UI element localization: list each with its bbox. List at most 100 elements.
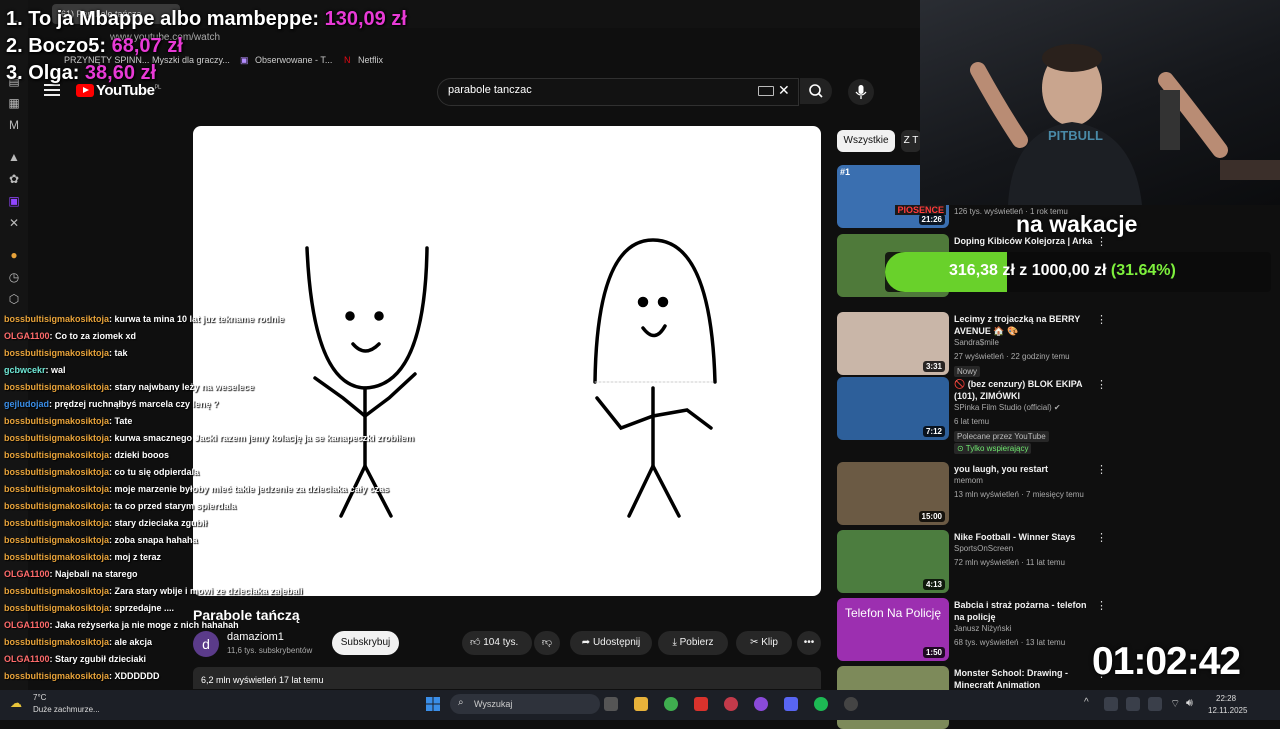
video-menu-icon[interactable]: ⋮ bbox=[1096, 531, 1107, 544]
chat-username[interactable]: bossbultisigmakosiktoja bbox=[4, 450, 109, 460]
video-player[interactable] bbox=[193, 126, 821, 596]
chat-username[interactable]: OLGA1100 bbox=[4, 331, 50, 341]
app-icon-purple[interactable] bbox=[754, 697, 768, 711]
download-button[interactable]: ⤓ Pobierz bbox=[658, 631, 728, 655]
chat-username[interactable]: gejludojad bbox=[4, 399, 49, 409]
chat-username[interactable]: bossbultisigmakosiktoja bbox=[4, 467, 109, 477]
weather-desc: Duże zachmurze... bbox=[33, 705, 100, 714]
chat-text: : wal bbox=[45, 365, 66, 375]
clock-icon[interactable]: ◷ bbox=[7, 270, 21, 284]
twitch-icon[interactable]: ▣ bbox=[7, 194, 21, 208]
task-view-icon[interactable] bbox=[604, 697, 618, 711]
donor-amount: 130,09 zł bbox=[324, 8, 407, 30]
video-title-link[interactable]: Lecimy z trojaczką na BERRY AVENUE 🏠 🎨 bbox=[954, 313, 1094, 337]
channel-avatar[interactable]: d bbox=[193, 631, 219, 657]
tray-icon[interactable] bbox=[1104, 697, 1118, 711]
more-actions-button[interactable]: ••• bbox=[797, 631, 821, 655]
subscribe-button[interactable]: Subskrybuj bbox=[332, 631, 399, 655]
clear-search-icon[interactable]: ✕ bbox=[778, 82, 790, 99]
chat-message: bossbultisigmakosiktoja: Zara stary wbij… bbox=[4, 586, 303, 596]
chat-username[interactable]: bossbultisigmakosiktoja bbox=[4, 518, 109, 528]
keyboard-icon[interactable] bbox=[758, 86, 774, 96]
video-thumbnail[interactable]: 7:12 bbox=[837, 377, 949, 440]
chat-username[interactable]: bossbultisigmakosiktoja bbox=[4, 637, 109, 647]
bookmark-item[interactable]: Netflix bbox=[358, 55, 383, 65]
box-icon[interactable]: ⬡ bbox=[7, 292, 21, 306]
clock-date: 12.11.2025 bbox=[1208, 706, 1248, 715]
opera-icon[interactable] bbox=[724, 697, 738, 711]
chat-username[interactable]: bossbultisigmakosiktoja bbox=[4, 382, 109, 392]
chat-username[interactable]: bossbultisigmakosiktoja bbox=[4, 314, 109, 324]
video-channel[interactable]: Sandra$mile bbox=[954, 338, 999, 347]
app-icon-red[interactable] bbox=[694, 697, 708, 711]
chat-text: : moje marzenie byłoby mieć takie jedzen… bbox=[109, 484, 390, 494]
windows-start-icon[interactable] bbox=[426, 697, 440, 711]
obs-icon[interactable] bbox=[844, 697, 858, 711]
video-thumbnail[interactable]: 3:31 bbox=[837, 312, 949, 375]
chat-username[interactable]: OLGA1100 bbox=[4, 620, 50, 630]
like-button[interactable]: 👍︎ 104 tys. bbox=[462, 631, 532, 655]
arrow-icon[interactable]: ▲ bbox=[7, 150, 21, 164]
video-title-link[interactable]: Monster School: Drawing - Minecraft Anim… bbox=[954, 667, 1094, 691]
share-label: Udostępnij bbox=[592, 637, 641, 648]
video-menu-icon[interactable]: ⋮ bbox=[1096, 463, 1107, 476]
tray-chevron-icon[interactable]: ^ bbox=[1084, 697, 1089, 708]
chat-username[interactable]: bossbultisigmakosiktoja bbox=[4, 416, 109, 426]
network-icon[interactable]: ⌔ bbox=[1170, 697, 1180, 711]
chat-username[interactable]: gcbwcekr bbox=[4, 365, 46, 375]
chat-username[interactable]: bossbultisigmakosiktoja bbox=[4, 433, 109, 443]
donor-name: 2. Boczo5: bbox=[6, 35, 107, 57]
clip-button[interactable]: ✂ Klip bbox=[736, 631, 792, 655]
spotify-icon[interactable]: ● bbox=[7, 248, 21, 262]
chat-username[interactable]: bossbultisigmakosiktoja bbox=[4, 603, 109, 613]
chat-username[interactable]: bossbultisigmakosiktoja bbox=[4, 552, 109, 562]
video-title-link[interactable]: you laugh, you restart bbox=[954, 463, 1094, 475]
history-icon[interactable]: ▦ bbox=[7, 96, 21, 110]
x-icon[interactable]: ✕ bbox=[7, 216, 21, 230]
dislike-button[interactable]: 👎︎ bbox=[534, 631, 560, 655]
video-channel[interactable]: Janusz Niżyński bbox=[954, 624, 1011, 633]
bookmark-item[interactable]: Obserwowane - T... bbox=[255, 55, 332, 65]
tray-icon[interactable] bbox=[1148, 697, 1162, 711]
chat-message: bossbultisigmakosiktoja: XDDDDDD bbox=[4, 671, 160, 681]
video-title-link[interactable]: Babcia i straż pożarna - telefon na poli… bbox=[954, 599, 1094, 623]
taskbar-search-text: Wyszukaj bbox=[474, 699, 513, 709]
video-thumbnail[interactable]: Telefon Na Policję 1:50 bbox=[837, 598, 949, 661]
video-thumbnail[interactable]: 15:00 bbox=[837, 462, 949, 525]
video-title-link[interactable]: Nike Football - Winner Stays bbox=[954, 531, 1094, 543]
discord-icon[interactable] bbox=[784, 697, 798, 711]
volume-icon[interactable]: 🔊︎ bbox=[1186, 697, 1193, 710]
chat-username[interactable]: bossbultisigmakosiktoja bbox=[4, 535, 109, 545]
chat-username[interactable]: bossbultisigmakosiktoja bbox=[4, 484, 109, 494]
file-explorer-icon[interactable] bbox=[634, 697, 648, 711]
spotify-taskbar-icon[interactable] bbox=[814, 697, 828, 711]
video-channel[interactable]: memom bbox=[954, 476, 983, 485]
share-button[interactable]: ➦ Udostępnij bbox=[570, 631, 652, 655]
chrome-icon[interactable] bbox=[664, 697, 678, 711]
video-channel[interactable]: SportsOnScreen bbox=[954, 544, 1013, 553]
chat-username[interactable]: OLGA1100 bbox=[4, 569, 50, 579]
video-thumbnail[interactable]: 4:13 bbox=[837, 530, 949, 593]
chat-username[interactable]: bossbultisigmakosiktoja bbox=[4, 586, 109, 596]
gmail-icon[interactable]: M bbox=[7, 118, 21, 132]
taskbar-search[interactable] bbox=[450, 694, 600, 714]
chat-username[interactable]: bossbultisigmakosiktoja bbox=[4, 348, 109, 358]
tray-icon[interactable] bbox=[1126, 697, 1140, 711]
chip-from-channel[interactable]: Z T bbox=[901, 130, 921, 152]
chat-username[interactable]: OLGA1100 bbox=[4, 654, 50, 664]
voice-search-button[interactable] bbox=[848, 79, 874, 105]
video-menu-icon[interactable]: ⋮ bbox=[1096, 313, 1107, 326]
video-menu-icon[interactable]: ⋮ bbox=[1096, 599, 1107, 612]
video-menu-icon[interactable]: ⋮ bbox=[1096, 378, 1107, 391]
chatgpt-icon[interactable]: ✿ bbox=[7, 172, 21, 186]
video-channel[interactable]: SPinka Film Studio (official) ✔ bbox=[954, 403, 1061, 412]
chat-text: : zoba snapa hahaha bbox=[109, 535, 198, 545]
search-button[interactable] bbox=[800, 78, 832, 104]
channel-name[interactable]: damaziom1 bbox=[227, 631, 284, 643]
chat-message: bossbultisigmakosiktoja: ta co przed sta… bbox=[4, 501, 236, 511]
thumbnail-caption: Telefon Na Policję bbox=[844, 606, 942, 620]
chip-all[interactable]: Wszystkie bbox=[837, 130, 895, 152]
video-title-link[interactable]: 🚫 (bez cenzury) BLOK EKIPA (101), ZIMÓWK… bbox=[954, 378, 1094, 402]
chat-username[interactable]: bossbultisigmakosiktoja bbox=[4, 501, 109, 511]
chat-username[interactable]: bossbultisigmakosiktoja bbox=[4, 671, 109, 681]
